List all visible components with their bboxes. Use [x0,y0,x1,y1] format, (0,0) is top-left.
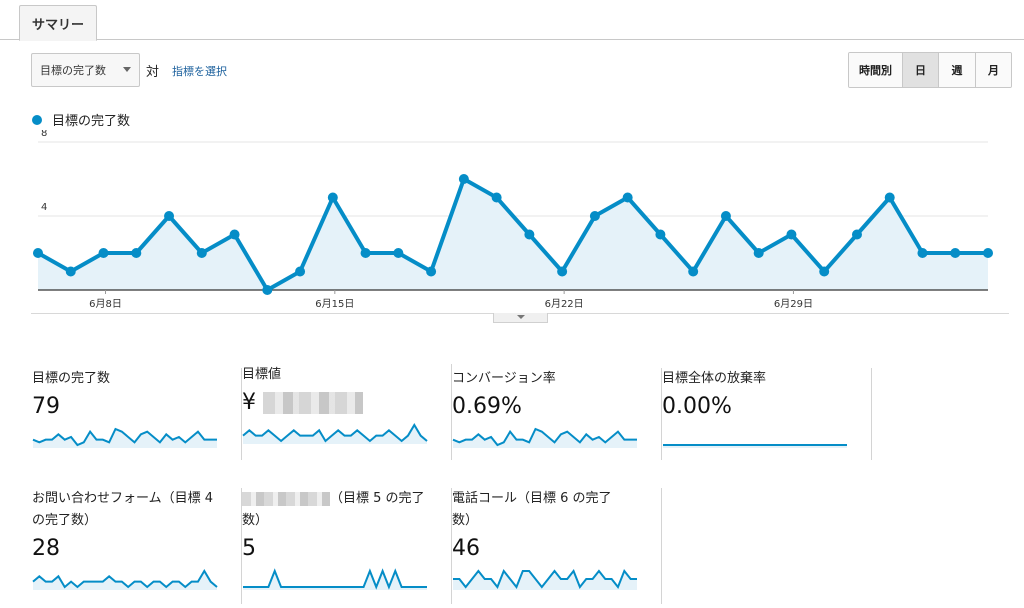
scorecard-title: 目標全体の放棄率 [662,371,767,386]
data-point[interactable] [557,266,568,277]
data-point[interactable] [688,266,699,277]
scorecard-conversion-rate[interactable]: コンバージョン率 0.69% [452,368,662,460]
data-point[interactable] [33,248,43,258]
x-tick-label: 6月22日 [545,298,584,310]
data-point[interactable] [327,192,338,203]
scorecard-title: お問い合わせフォーム（目標 4 の完了数） [32,491,214,528]
data-point[interactable] [917,248,928,258]
redacted-title [242,491,330,506]
scorecard-value: 5 [242,536,256,561]
scorecard-title: （目標 5 の完了 数） [242,491,425,528]
data-point[interactable] [196,248,207,258]
scorecard-goal5[interactable]: （目標 5 の完了 数） 5 [242,488,452,604]
data-point[interactable] [622,192,633,203]
scorecard-value: ¥ [242,388,451,418]
data-point[interactable] [720,211,731,221]
data-point[interactable] [98,248,109,258]
scorecard-title: 目標値 [242,367,282,382]
data-point[interactable] [524,229,535,240]
tab-bar: サマリー [0,0,1024,41]
scorecard-abandonment-rate[interactable]: 目標全体の放棄率 0.00% [662,368,872,460]
scorecard-goal-completions[interactable]: 目標の完了数 79 [32,368,242,460]
scorecard-title: 電話コール（目標 6 の完了 数） [452,491,612,528]
data-point[interactable] [589,211,600,221]
data-point[interactable] [295,266,306,277]
scorecard-title: コンバージョン率 [452,371,556,386]
line-chart: 4 8 6月8日 6月15日 6月22日 6月29日 [33,130,993,310]
period-selector: 時間別 日 週 月 [848,52,1012,88]
scorecard-sparkline [243,568,427,590]
data-point[interactable] [950,248,961,258]
scorecard-goal6[interactable]: 電話コール（目標 6 の完了 数） 46 [452,488,662,604]
scorecard-sparkline [32,427,217,448]
data-point[interactable] [65,266,76,277]
scorecard-goal4[interactable]: お問い合わせフォーム（目標 4 の完了数） 28 [32,488,242,604]
scorecard-sparkline [453,569,637,590]
scorecard-value: 28 [32,536,60,561]
metric-select-value: 目標の完了数 [40,64,106,77]
scorecard-value: 0.69% [452,394,522,419]
data-point[interactable] [753,248,764,258]
legend-dot-icon [32,114,42,125]
data-point[interactable] [851,229,862,240]
data-point[interactable] [819,266,830,277]
data-point[interactable] [360,248,371,258]
x-tick-label: 6月8日 [89,298,122,310]
redacted-value [263,392,363,414]
sparkline-area [243,425,427,444]
data-point[interactable] [131,248,142,258]
versus-label: 対 [146,65,160,80]
data-point[interactable] [458,174,469,184]
data-point[interactable] [491,192,502,203]
data-point[interactable] [983,248,993,258]
x-tick-label: 6月15日 [315,298,354,310]
scorecard-value: 46 [452,536,480,561]
period-day-button[interactable]: 日 [902,53,938,87]
scorecard-value: 79 [32,394,60,419]
period-week-button[interactable]: 週 [938,53,975,87]
data-point[interactable] [786,229,797,240]
period-hourly-button[interactable]: 時間別 [849,53,902,87]
scorecard-sparkline [663,444,847,448]
scorecard-sparkline [242,423,428,444]
scorecard-value: 0.00% [662,394,732,419]
caret-down-icon [517,315,525,319]
data-point[interactable] [884,192,895,203]
chart-legend: 目標の完了数 [32,110,130,129]
chart-expander[interactable] [493,313,548,323]
data-point[interactable] [164,211,175,221]
scorecard-sparkline [32,569,218,590]
legend-label: 目標の完了数 [52,114,131,129]
scorecard-title: 目標の完了数 [32,371,111,386]
chevron-down-icon [123,67,131,72]
scorecard-goal-value[interactable]: 目標値 ¥ [242,364,452,460]
data-point[interactable] [426,266,437,277]
data-point[interactable] [393,248,404,258]
x-tick-label: 6月29日 [774,298,813,310]
period-month-button[interactable]: 月 [975,53,1011,87]
data-point[interactable] [655,229,666,240]
scorecard-sparkline [452,427,637,448]
y-tick-label: 8 [41,130,47,139]
y-tick-label: 4 [41,202,47,213]
data-point[interactable] [262,285,273,295]
select-metric-link[interactable]: 指標を選択 [172,63,227,79]
series-area [38,179,988,290]
data-point[interactable] [229,229,240,240]
tab-summary[interactable]: サマリー [19,5,97,41]
metric-select[interactable]: 目標の完了数 [31,53,140,87]
